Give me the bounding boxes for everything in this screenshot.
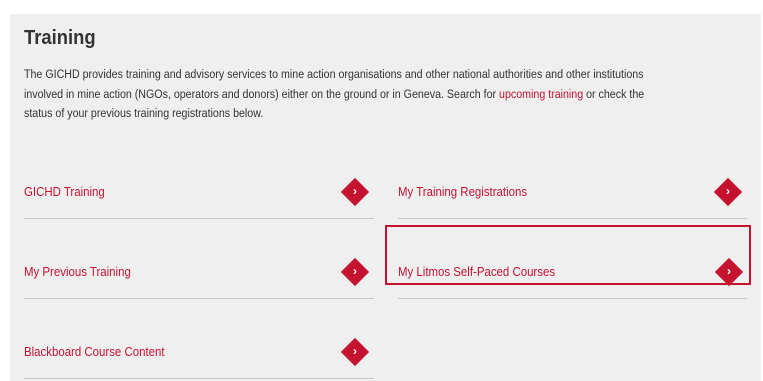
upcoming-training-link[interactable]: upcoming training xyxy=(499,87,583,101)
page-title: Training xyxy=(24,27,96,49)
my-training-registrations-card[interactable]: My Training Registrations › xyxy=(398,166,747,219)
gichd-training-link[interactable]: GICHD Training xyxy=(24,184,105,199)
my-previous-training-card[interactable]: My Previous Training › xyxy=(24,246,374,299)
blackboard-course-content-link[interactable]: Blackboard Course Content xyxy=(24,344,165,359)
chevron-right-icon[interactable]: › xyxy=(340,177,370,207)
chevron-right-icon[interactable]: › xyxy=(713,177,743,207)
my-training-registrations-link[interactable]: My Training Registrations xyxy=(398,184,527,199)
my-previous-training-link[interactable]: My Previous Training xyxy=(24,264,131,279)
chevron-right-icon[interactable]: › xyxy=(340,337,370,367)
chevron-right-icon[interactable]: › xyxy=(714,257,744,287)
intro-text: The GICHD provides training and advisory… xyxy=(24,65,660,124)
my-litmos-self-paced-courses-link[interactable]: My Litmos Self-Paced Courses xyxy=(398,264,555,279)
blackboard-course-content-card[interactable]: Blackboard Course Content › xyxy=(24,326,374,379)
gichd-training-card[interactable]: GICHD Training › xyxy=(24,166,374,219)
my-litmos-self-paced-courses-card[interactable]: My Litmos Self-Paced Courses › xyxy=(398,246,747,299)
chevron-right-icon[interactable]: › xyxy=(340,257,370,287)
